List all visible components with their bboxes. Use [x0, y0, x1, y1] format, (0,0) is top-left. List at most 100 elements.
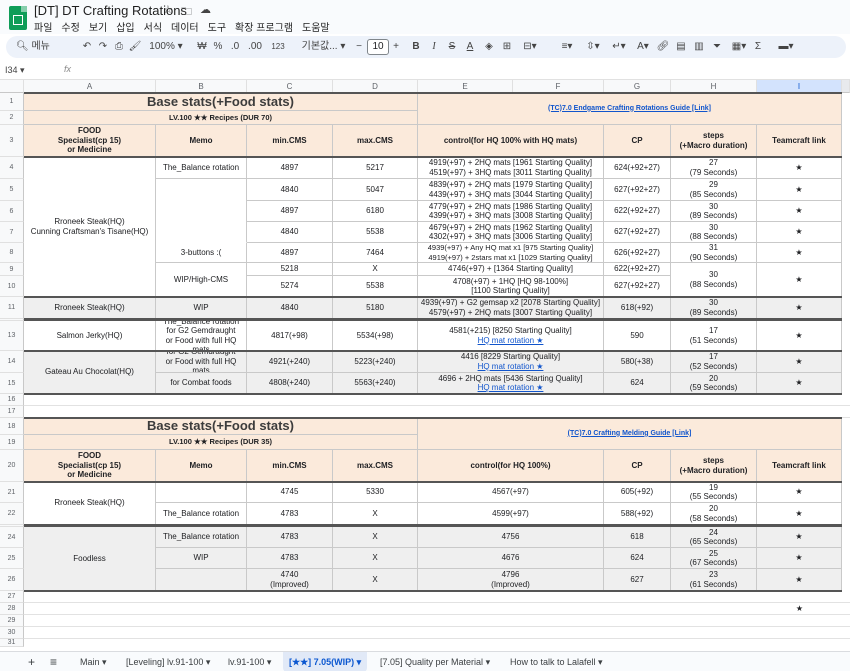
section1-guide-cell[interactable]: (TC)7.0 Endgame Crafting Rotations Guide…: [418, 93, 842, 125]
teamcraft-link[interactable]: ★: [757, 297, 842, 319]
menu-data[interactable]: 데이터: [171, 19, 199, 34]
teamcraft-link[interactable]: ★: [757, 373, 842, 394]
row-header[interactable]: 4: [0, 157, 24, 179]
bold-button[interactable]: B: [410, 36, 422, 58]
max-cms-cell[interactable]: X: [333, 263, 418, 276]
row-header[interactable]: 30: [0, 627, 24, 639]
memo-cell[interactable]: The_Balance rotation: [156, 527, 247, 548]
teamcraft-link[interactable]: ★: [757, 603, 842, 615]
max-cms-cell[interactable]: 5180: [333, 297, 418, 319]
row-header[interactable]: 16: [0, 394, 24, 406]
cp-cell[interactable]: 622(+92+27): [604, 201, 671, 222]
steps-cell[interactable]: 31 (90 Seconds): [671, 243, 757, 263]
steps-cell[interactable]: 29 (85 Seconds): [671, 179, 757, 201]
cp-cell[interactable]: 588(+92): [604, 503, 671, 525]
currency-button[interactable]: ₩: [196, 36, 208, 58]
insert-link-icon[interactable]: 🔗︎: [656, 36, 670, 58]
sheet-tab[interactable]: [7.05] Quality per Material ▾: [380, 652, 490, 671]
filter-views-icon[interactable]: ▦▾: [728, 36, 750, 58]
min-cms-cell[interactable]: 4783: [247, 527, 333, 548]
max-cms-cell[interactable]: X: [333, 527, 418, 548]
undo-icon[interactable]: ↶: [80, 36, 94, 58]
cp-cell[interactable]: 624: [604, 373, 671, 394]
menu-help[interactable]: 도움말: [302, 19, 330, 34]
decrease-decimal-button[interactable]: .0: [228, 36, 242, 58]
memo-cell[interactable]: [156, 482, 247, 503]
teamcraft-link[interactable]: ★: [757, 503, 842, 525]
row-header[interactable]: 1: [0, 93, 24, 111]
row-header[interactable]: 26: [0, 569, 24, 591]
row-header[interactable]: 10: [0, 276, 24, 297]
header-cp[interactable]: CP: [604, 450, 671, 482]
section2-subtitle[interactable]: LV.100 ★★ Recipes (DUR 35): [24, 435, 418, 450]
food-cell[interactable]: Rroneek Steak(HQ): [24, 482, 156, 525]
row-header[interactable]: 29: [0, 615, 24, 627]
control-cell[interactable]: 4839(+97) + 2HQ mats [1979 Starting Qual…: [418, 179, 604, 201]
teamcraft-link[interactable]: ★: [757, 527, 842, 548]
menu-file[interactable]: 파일: [34, 19, 52, 34]
control-cell[interactable]: 4679(+97) + 2HQ mats [1962 Starting Qual…: [418, 222, 604, 243]
teamcraft-link[interactable]: ★: [757, 222, 842, 243]
text-wrap-icon[interactable]: ↵▾: [608, 36, 630, 58]
row-header[interactable]: 9: [0, 263, 24, 276]
control-cell[interactable]: 4581(+215) [8250 Starting Quality] HQ ma…: [418, 321, 604, 351]
row-header[interactable]: 21: [0, 482, 24, 503]
menu-view[interactable]: 보기: [89, 19, 107, 34]
vertical-align-icon[interactable]: ⇳▾: [582, 36, 604, 58]
control-cell[interactable]: 4416 [8229 Starting Quality] HQ mat rota…: [418, 351, 604, 373]
memo-cell[interactable]: [156, 179, 247, 243]
memo-cell[interactable]: WIP: [156, 297, 247, 319]
borders-icon[interactable]: ⊞: [500, 36, 514, 58]
insert-comment-icon[interactable]: ▤: [674, 36, 688, 58]
sheet-tab[interactable]: How to talk to Lalafell ▾: [510, 652, 603, 671]
print-icon[interactable]: ⎙: [112, 36, 126, 58]
header-min-cms[interactable]: min.CMS: [247, 450, 333, 482]
header-max-cms[interactable]: max.CMS: [333, 450, 418, 482]
menu-edit[interactable]: 수정: [61, 19, 79, 34]
memo-cell[interactable]: The_Balance rotation: [156, 157, 247, 179]
min-cms-cell[interactable]: 5274: [247, 276, 333, 297]
row-header[interactable]: 5: [0, 179, 24, 201]
row-header[interactable]: 22: [0, 503, 24, 525]
min-cms-cell[interactable]: 4921(+240): [247, 351, 333, 373]
row-header[interactable]: 6: [0, 201, 24, 222]
control-cell[interactable]: 4939(+97) + Any HQ mat x1 [975 Starting …: [418, 243, 604, 263]
control-cell[interactable]: 4939(+97) + G2 gemsap x2 [2078 Starting …: [418, 297, 604, 319]
min-cms-cell[interactable]: 5218: [247, 263, 333, 276]
header-cp[interactable]: CP: [604, 125, 671, 157]
insert-chart-icon[interactable]: ▥: [692, 36, 706, 58]
header-steps[interactable]: steps (+Macro duration): [671, 125, 757, 157]
steps-cell[interactable]: 30 (88 Seconds): [671, 263, 757, 297]
header-memo[interactable]: Memo: [156, 125, 247, 157]
freeze-handle[interactable]: [842, 80, 850, 93]
memo-cell[interactable]: WIP: [156, 548, 247, 569]
header-memo[interactable]: Memo: [156, 450, 247, 482]
cp-cell[interactable]: 590: [604, 321, 671, 351]
control-cell[interactable]: 4696 + 2HQ mats [5436 Starting Quality] …: [418, 373, 604, 394]
max-cms-cell[interactable]: X: [333, 569, 418, 591]
row-header[interactable]: 24: [0, 527, 24, 548]
memo-cell[interactable]: 3-buttons :(: [156, 243, 247, 263]
cp-cell[interactable]: 624: [604, 548, 671, 569]
sheet-tab-active[interactable]: [★★] 7.05(WIP) ▾: [283, 652, 368, 671]
fill-color-icon[interactable]: ◈: [482, 36, 496, 58]
steps-cell[interactable]: 20 (59 Seconds): [671, 373, 757, 394]
teamcraft-link[interactable]: ★: [757, 263, 842, 297]
header-min-cms[interactable]: min.CMS: [247, 125, 333, 157]
select-all-corner[interactable]: [0, 80, 24, 93]
menu-insert[interactable]: 삽입: [116, 19, 134, 34]
sheet-tab[interactable]: lv.91-100 ▾: [228, 652, 271, 671]
horizontal-align-icon[interactable]: ≡▾: [556, 36, 578, 58]
section2-guide-link[interactable]: (TC)7.0 Crafting Melding Guide [Link]: [568, 429, 692, 439]
max-cms-cell[interactable]: 5538: [333, 276, 418, 297]
max-cms-cell[interactable]: 5217: [333, 157, 418, 179]
cp-cell[interactable]: 622(+92+27): [604, 263, 671, 276]
memo-cell[interactable]: for Combat foods: [156, 373, 247, 394]
food-cell[interactable]: Rroneek Steak(HQ): [24, 297, 156, 319]
row-header[interactable]: 19: [0, 435, 24, 450]
sheet-grid[interactable]: A B C D E F G H I 1 2 3 4 5 6 7 8 9 10 1…: [0, 80, 850, 647]
sheets-logo-icon[interactable]: [9, 6, 27, 30]
max-cms-cell[interactable]: 5223(+240): [333, 351, 418, 373]
steps-cell[interactable]: 30 (88 Seconds): [671, 222, 757, 243]
sheet-tab[interactable]: Main ▾: [80, 652, 107, 671]
